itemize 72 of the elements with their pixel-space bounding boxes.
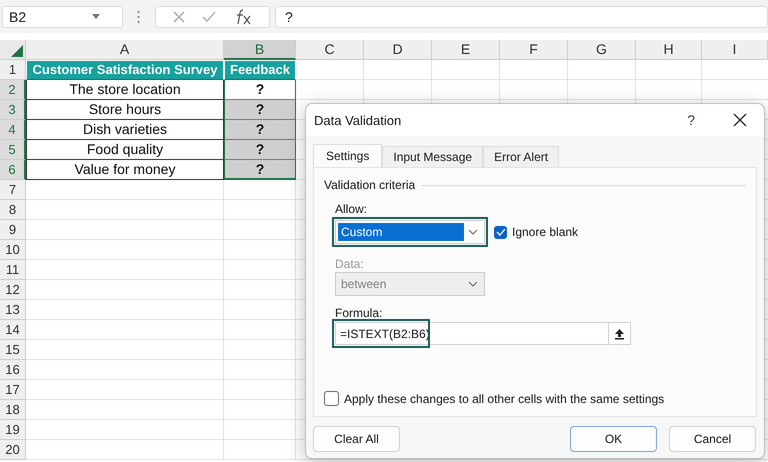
checkbox-label: Ignore blank (512, 225, 578, 239)
drag-handle-icon[interactable] (137, 10, 140, 24)
row-header[interactable]: 2 (0, 80, 26, 100)
table-cell: ? (224, 140, 296, 160)
row-header[interactable]: 11 (0, 260, 26, 280)
row-header[interactable]: 12 (0, 280, 26, 300)
dialog-button[interactable]: Clear All (313, 426, 400, 452)
column-header[interactable]: C (296, 40, 364, 60)
column-header[interactable]: F (500, 40, 568, 60)
row-header[interactable]: 10 (0, 240, 26, 260)
table-cell: Value for money (26, 160, 224, 180)
row-header[interactable]: 15 (0, 340, 26, 360)
close-icon[interactable] (733, 113, 747, 127)
column-header[interactable]: A (26, 40, 224, 60)
upload-arrow-icon (614, 328, 625, 340)
checkbox[interactable] (494, 226, 507, 238)
column-header[interactable]: D (364, 40, 432, 60)
row-header[interactable]: 14 (0, 320, 26, 340)
dialog-title: Data Validation (314, 112, 402, 128)
column-title: Feedback (224, 60, 296, 80)
row-header[interactable]: 6 (0, 160, 26, 180)
data-label: Data: (335, 257, 365, 271)
table-cell: ? (224, 80, 296, 100)
tab[interactable]: Error Alert (483, 146, 560, 167)
row-header[interactable]: 9 (0, 220, 26, 240)
table-cell: ? (224, 160, 296, 180)
row-header[interactable]: 7 (0, 180, 26, 200)
table-cell: ? (224, 100, 296, 120)
formula-field[interactable]: =ISTEXT(B2:B6) (335, 322, 608, 345)
row-header[interactable]: 4 (0, 120, 26, 140)
table-cell: Store hours (26, 100, 224, 120)
row-header[interactable]: 17 (0, 380, 26, 400)
row-header[interactable]: 5 (0, 140, 26, 160)
check-icon[interactable] (202, 11, 216, 22)
row-header[interactable]: 20 (0, 440, 26, 460)
column-header[interactable]: E (432, 40, 500, 60)
table-cell: Food quality (26, 140, 224, 160)
chevron-icon (468, 281, 478, 287)
allow-label: Allow: (335, 202, 368, 216)
select-all-icon[interactable] (11, 45, 23, 57)
row-header[interactable]: 18 (0, 400, 26, 420)
group-title: Validation criteria (324, 178, 416, 192)
name-box[interactable]: B2 (2, 6, 123, 28)
allow-dropdown[interactable]: Custom (335, 220, 485, 244)
function-icon[interactable] (234, 8, 252, 24)
help-button[interactable]: ? (683, 112, 699, 128)
column-header[interactable]: H (636, 40, 702, 60)
checkbox[interactable] (324, 391, 339, 406)
row-header[interactable]: 16 (0, 360, 26, 380)
chevron-icon (468, 229, 478, 235)
column-header[interactable]: I (702, 40, 768, 60)
table-cell: The store location (26, 80, 224, 100)
column-header[interactable]: G (568, 40, 636, 60)
tab[interactable]: Input Message (382, 146, 484, 167)
column-title: Customer Satisfaction Survey (26, 60, 224, 80)
collapse-button[interactable] (608, 322, 631, 345)
table-cell: ? (224, 120, 296, 140)
dialog-button[interactable]: OK (570, 426, 657, 452)
formula-input[interactable]: ? (275, 6, 768, 28)
table-cell: Dish varieties (26, 120, 224, 140)
column-header[interactable]: B (224, 40, 296, 60)
row-header[interactable]: 19 (0, 420, 26, 440)
caret-icon[interactable] (92, 14, 100, 19)
formula-label: Formula: (335, 306, 384, 320)
dialog-button[interactable]: Cancel (669, 426, 756, 452)
row-header[interactable]: 13 (0, 300, 26, 320)
row-header[interactable]: 3 (0, 100, 26, 120)
cell-reference: B2 (9, 8, 26, 24)
checkbox-label: Apply these changes to all other cells with the same settings (344, 392, 664, 406)
row-header[interactable]: 8 (0, 200, 26, 220)
tab[interactable]: Settings (313, 144, 382, 167)
row-header[interactable]: 1 (0, 60, 26, 80)
